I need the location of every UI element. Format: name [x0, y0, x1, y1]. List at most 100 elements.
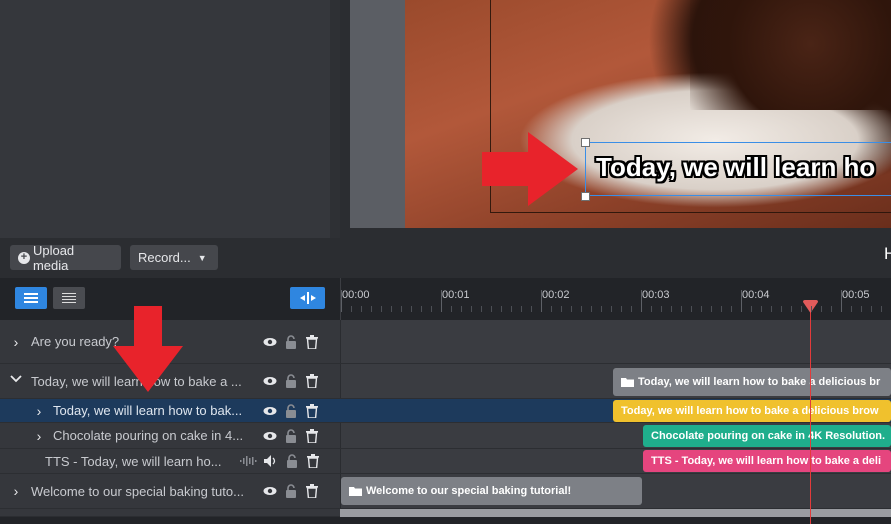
ruler-minor-tick	[801, 306, 802, 312]
waveform-icon[interactable]	[240, 454, 257, 469]
record-dropdown-button[interactable]: Record... ▼	[130, 245, 218, 270]
speaker-icon[interactable]	[263, 454, 278, 469]
preview-partial-label: H	[884, 244, 891, 263]
layer-actions	[262, 428, 319, 443]
ruler-minor-tick	[651, 306, 652, 312]
media-scrollbar[interactable]	[330, 0, 340, 238]
eye-icon[interactable]	[262, 403, 277, 418]
ruler-minor-tick	[501, 306, 502, 312]
timeline-horizontal-scrollbar[interactable]	[340, 509, 891, 517]
ruler-minor-tick	[771, 306, 772, 312]
unlocked-icon[interactable]	[283, 334, 298, 349]
compact-view-button[interactable]	[53, 287, 85, 309]
layer-label: Are you ready?	[31, 334, 120, 349]
eye-icon[interactable]	[262, 484, 277, 499]
trash-icon[interactable]	[304, 403, 319, 418]
chevron-right-icon[interactable]: ›	[33, 403, 45, 419]
layer-actions	[262, 403, 319, 418]
ruler-minor-tick	[391, 306, 392, 312]
ruler-minor-tick	[421, 306, 422, 312]
ruler-minor-tick	[631, 306, 632, 312]
ruler-minor-tick	[561, 306, 562, 312]
eye-icon[interactable]	[262, 428, 277, 443]
ruler-minor-tick	[601, 306, 602, 312]
clip-label: TTS - Today, we will learn how to bake a…	[651, 455, 882, 467]
ruler-minor-tick	[811, 306, 812, 312]
chevron-right-icon[interactable]: ›	[33, 428, 45, 444]
annotation-arrow-down-icon	[113, 306, 183, 392]
ruler-minor-tick	[851, 306, 852, 312]
clip-label: Chocolate pouring on cake in 4K Resoluti…	[651, 430, 886, 442]
clip-label: Welcome to our special baking tutorial!	[366, 485, 572, 497]
layer-row[interactable]: › Chocolate pouring on cake in 4...	[0, 423, 340, 449]
ruler-minor-tick	[861, 306, 862, 312]
unlocked-icon[interactable]	[283, 374, 298, 389]
fit-timeline-button[interactable]	[290, 287, 325, 309]
ruler-minor-tick	[471, 306, 472, 312]
caption-clip[interactable]: Today, we will learn how to bake a delic…	[613, 400, 891, 422]
ruler-minor-tick	[721, 306, 722, 312]
ruler-minor-tick	[691, 306, 692, 312]
trash-icon[interactable]	[304, 374, 319, 389]
ruler-minor-tick	[551, 306, 552, 312]
trash-icon[interactable]	[305, 454, 320, 469]
video-clip[interactable]: Chocolate pouring on cake in 4K Resoluti…	[643, 425, 891, 447]
clip-label: Today, we will learn how to bake a delic…	[638, 376, 881, 388]
panel-divider[interactable]	[340, 0, 350, 278]
layer-row-selected[interactable]: › Today, we will learn how to bak...	[0, 399, 340, 423]
ruler-minor-tick	[351, 306, 352, 312]
caret-down-icon: ▼	[197, 252, 207, 263]
fit-width-icon	[299, 292, 316, 304]
chevron-right-icon[interactable]: ›	[10, 483, 22, 499]
folder-icon	[621, 377, 634, 387]
caption-text[interactable]: Today, we will learn ho	[596, 152, 875, 183]
resize-handle-top-left[interactable]	[581, 138, 590, 147]
layer-row[interactable]: › Welcome to our special baking tuto...	[0, 474, 340, 509]
timeline-lane	[340, 320, 891, 364]
trash-icon[interactable]	[304, 428, 319, 443]
unlocked-icon[interactable]	[283, 403, 298, 418]
upload-media-button[interactable]: + Upload media	[10, 242, 121, 273]
expanded-view-button[interactable]	[15, 287, 47, 309]
list-expanded-icon	[24, 293, 38, 303]
ruler-minor-tick	[401, 306, 402, 312]
ruler-tick-label: 00:05	[842, 289, 870, 301]
welcome-group-clip[interactable]: Welcome to our special baking tutorial!	[341, 477, 642, 505]
ruler-minor-tick	[591, 306, 592, 312]
ruler-minor-tick	[581, 306, 582, 312]
ruler-minor-tick	[481, 306, 482, 312]
editor-window: { "media": { "upload_label": "Upload med…	[0, 0, 891, 524]
unlocked-icon[interactable]	[283, 484, 298, 499]
ruler-minor-tick	[681, 306, 682, 312]
eye-icon[interactable]	[262, 374, 277, 389]
ruler-minor-tick	[671, 306, 672, 312]
unlocked-icon[interactable]	[284, 454, 299, 469]
ruler-minor-tick	[461, 306, 462, 312]
ruler-minor-tick	[381, 306, 382, 312]
ruler-minor-tick	[531, 306, 532, 312]
eye-icon[interactable]	[262, 334, 277, 349]
tts-clip[interactable]: TTS - Today, we will learn how to bake a…	[643, 450, 891, 472]
chevron-right-icon[interactable]: ›	[10, 334, 22, 350]
layer-label: Welcome to our special baking tuto...	[31, 483, 244, 499]
ruler-minor-tick	[371, 306, 372, 312]
unlocked-icon[interactable]	[283, 428, 298, 443]
layer-actions	[262, 374, 319, 389]
layer-actions	[240, 454, 320, 469]
layer-label: TTS - Today, we will learn ho...	[45, 453, 222, 469]
ruler-tick-label: 00:02	[542, 289, 570, 301]
trash-icon[interactable]	[304, 334, 319, 349]
chevron-down-icon[interactable]	[10, 370, 22, 386]
trash-icon[interactable]	[304, 484, 319, 499]
group-clip[interactable]: Today, we will learn how to bake a delic…	[613, 368, 891, 396]
ruler-minor-tick	[881, 306, 882, 312]
annotation-arrow-right-icon	[482, 132, 578, 206]
ruler-minor-tick	[451, 306, 452, 312]
ruler-minor-tick	[611, 306, 612, 312]
playhead-line[interactable]	[810, 305, 811, 524]
ruler-minor-tick	[761, 306, 762, 312]
resize-handle-bottom-left[interactable]	[581, 192, 590, 201]
layer-row-tts[interactable]: TTS - Today, we will learn ho...	[0, 449, 340, 474]
upload-media-label: Upload media	[32, 242, 75, 273]
ruler-minor-tick	[511, 306, 512, 312]
